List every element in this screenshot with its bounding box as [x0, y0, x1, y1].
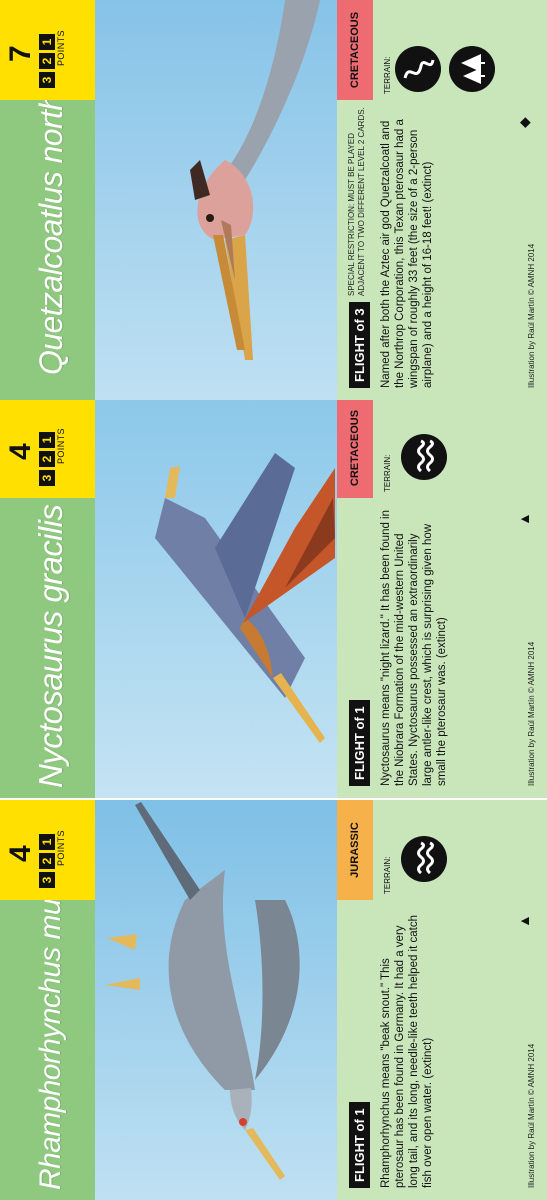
- points-box: 3 2 1 4 POINTS: [0, 800, 95, 900]
- ocean-wave-icon: [401, 434, 447, 480]
- terrain-label: TERRAIN:: [383, 454, 392, 492]
- triangle-marker-icon: ▲: [516, 914, 532, 928]
- level-step: 3: [39, 72, 55, 88]
- terrain-label: TERRAIN:: [383, 856, 392, 894]
- flight-label: FLIGHT of 1: [349, 700, 370, 786]
- pterosaur-illustration: [95, 398, 337, 798]
- special-restriction: SPECIAL RESTRICTION: MUST BE PLAYED ADJA…: [347, 107, 366, 296]
- forest-icon: [449, 46, 495, 92]
- river-icon: [395, 46, 441, 92]
- illustration-credit: Illustration by Raúl Martín © AMNH 2014: [527, 243, 536, 388]
- period-badge: CRETACEOUS: [337, 0, 373, 100]
- points-label: POINTS: [56, 30, 66, 66]
- rhamphorhynchus-art: [95, 800, 337, 1200]
- level-step: 2: [39, 853, 55, 869]
- level-step: 3: [39, 872, 55, 888]
- illustration-credit: Illustration by Raúl Martín © AMNH 2014: [527, 641, 536, 786]
- illustration-credit: Illustration by Raúl Martín © AMNH 2014: [527, 1043, 536, 1188]
- card-description: Rhamphorhynchus means "beak snout." This…: [380, 915, 434, 1188]
- card-sheet: Rhamphorhynchus muensteri 321 4 POINTS F…: [0, 0, 547, 1200]
- card-nyctosaurus[interactable]: Nyctosaurus gracilis 321 4 POINTS FLIGHT…: [0, 398, 547, 798]
- nyctosaurus-art: [95, 398, 337, 798]
- triangle-marker-icon: ▲: [516, 512, 532, 526]
- pterosaur-illustration: [95, 0, 337, 400]
- card-description: Named after both the Aztec air god Quetz…: [380, 119, 434, 388]
- card-description: Nyctosaurus means "night lizard." It has…: [380, 509, 448, 786]
- level-steps: 3 2 1: [38, 828, 56, 888]
- level-step: 1: [39, 432, 55, 448]
- flight-label: FLIGHT of 1: [349, 1102, 370, 1188]
- level-step: 1: [39, 834, 55, 850]
- level-step: 2: [39, 53, 55, 69]
- ocean-wave-icon: [401, 836, 447, 882]
- points-value: 7: [4, 45, 37, 62]
- diamond-marker-icon: ◆: [516, 117, 532, 128]
- level-step: 3: [39, 470, 55, 486]
- level-step: 2: [39, 451, 55, 467]
- points-label: POINTS: [56, 830, 66, 866]
- level-steps: 3 2 1: [38, 28, 56, 88]
- card-rhamphorhynchus[interactable]: Rhamphorhynchus muensteri 321 4 POINTS F…: [0, 800, 547, 1200]
- period-badge: JURASSIC: [337, 800, 373, 900]
- level-step: 1: [39, 34, 55, 50]
- level-steps: 3 2 1: [38, 426, 56, 486]
- points-box: 3 2 1 4 POINTS: [0, 398, 95, 498]
- card-quetzalcoatlus[interactable]: Quetzalcoatlus northropi 321 7 POINTS FL…: [0, 0, 547, 400]
- points-label: POINTS: [56, 428, 66, 464]
- points-value: 4: [4, 845, 37, 862]
- points-box: 3 2 1 7 POINTS: [0, 0, 95, 100]
- quetzalcoatlus-art: [95, 0, 337, 400]
- period-badge: CRETACEOUS: [337, 398, 373, 498]
- points-value: 4: [4, 443, 37, 460]
- flight-label: FLIGHT of 3: [349, 302, 370, 388]
- terrain-label: TERRAIN:: [383, 56, 392, 94]
- pterosaur-illustration: [95, 800, 337, 1200]
